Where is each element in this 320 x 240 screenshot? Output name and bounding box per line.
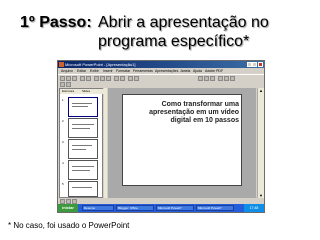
powerpoint-screenshot: Microsoft PowerPoint - [Apresentação1] A… [57, 60, 265, 213]
slide-thumbnail[interactable] [68, 160, 98, 180]
taskbar-item[interactable]: Blogger: Office [116, 205, 154, 211]
slides-pane: Estrutura Slides 1 2 3 4 5 [59, 88, 104, 198]
thumbnail-text [72, 124, 94, 125]
slide-title[interactable]: Como transformar uma apresentação em um … [149, 101, 239, 126]
thumbnail-text [72, 106, 88, 107]
footnote: * No caso, foi usado o PowerPoint [8, 221, 130, 230]
slide-editing-area: Como transformar uma apresentação em um … [108, 88, 256, 198]
draw-icon[interactable] [60, 198, 65, 204]
design-icon[interactable] [66, 82, 71, 87]
tab-slides[interactable]: Slides [82, 89, 90, 94]
pane-scrollbar[interactable] [104, 88, 107, 198]
formatting-toolbar [58, 81, 264, 87]
taskbar-item[interactable]: Resumo [82, 205, 114, 211]
window-titlebar: Microsoft PowerPoint - [Apresentação1] [58, 61, 264, 68]
start-button[interactable]: iniciar [58, 204, 78, 212]
close-icon[interactable] [258, 62, 263, 67]
slide-thumbnail[interactable] [68, 139, 98, 159]
step-heading-line1: Abrir a apresentação no [98, 14, 269, 31]
step-heading-line2: programa específico* [98, 33, 250, 50]
thumbnail-text [72, 103, 92, 104]
system-clock: 17:48 [244, 204, 264, 212]
line-icon[interactable] [72, 198, 77, 204]
windows-taskbar: iniciar Resumo Blogger: Office Microsoft… [58, 204, 264, 212]
thumbnail-text [72, 170, 90, 171]
taskbar-item[interactable]: Microsoft PowerP [196, 205, 234, 211]
thumbnail-text [72, 149, 86, 150]
thumbnail-text [72, 187, 92, 188]
tab-outline[interactable]: Estrutura [62, 89, 74, 94]
slide-thumbnail[interactable] [68, 181, 98, 197]
window-title: Microsoft PowerPoint - [Apresentação1] [65, 62, 136, 67]
vertical-scrollbar[interactable]: ▲ ▼ [257, 88, 264, 198]
current-slide[interactable]: Como transformar uma apresentação em um … [122, 94, 242, 186]
autoshapes-icon[interactable] [66, 198, 71, 204]
slide-thumbnail[interactable] [68, 118, 98, 138]
thumbnail-text [72, 145, 92, 146]
scroll-up-icon[interactable]: ▲ [258, 88, 264, 93]
slide-thumbnail[interactable] [68, 97, 98, 117]
taskbar-item[interactable]: Microsoft PowerP [156, 205, 194, 211]
slide-number: 4 [62, 161, 64, 165]
font-icon[interactable] [60, 82, 65, 87]
powerpoint-icon [59, 62, 64, 67]
slide-number: 5 [62, 182, 64, 186]
slide-number: 3 [62, 140, 64, 144]
maximize-icon[interactable] [252, 62, 257, 67]
slide-number: 1 [62, 98, 64, 102]
pane-tabs: Estrutura Slides [60, 89, 104, 94]
thumbnail-text [72, 166, 94, 167]
thumbnail-text [72, 128, 90, 129]
slide-number: 2 [62, 119, 64, 123]
step-label: 1º Passo: [20, 14, 92, 31]
